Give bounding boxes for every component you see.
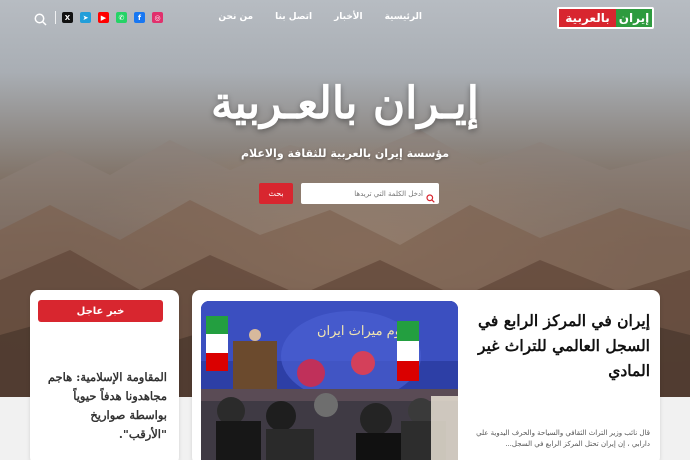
breaking-news-badge: خبر عاجل	[38, 300, 163, 322]
search-input[interactable]	[301, 183, 423, 204]
nav-contact[interactable]: اتصل بنا	[275, 12, 312, 22]
nav-about[interactable]: من نحن	[218, 12, 253, 22]
top-navigation: بالعربية إيران الرئيسية الأخبار اتصل بنا…	[0, 0, 690, 38]
featured-article-card[interactable]: يوم ميراث ايران إيران في المركز الرابع ف…	[192, 290, 660, 460]
youtube-icon[interactable]: ▶	[98, 12, 109, 23]
x-icon[interactable]: X	[62, 12, 73, 23]
search-field	[301, 183, 439, 204]
main-nav: الرئيسية الأخبار اتصل بنا من نحن	[218, 12, 422, 22]
divider	[55, 11, 56, 24]
instagram-icon[interactable]: ◎	[152, 12, 163, 23]
conference-photo: يوم ميراث ايران	[201, 301, 458, 460]
social-links: X ➤ ▶ ✆ f ◎	[62, 12, 163, 23]
breaking-news-text[interactable]: المقاومة الإسلامية: هاجم مجاهدونا هدفاً …	[42, 368, 167, 444]
featured-article-title[interactable]: إيران في المركز الرابع في السجل العالمي …	[470, 308, 650, 383]
logo-text-red: بالعربية	[559, 9, 616, 27]
site-logo[interactable]: بالعربية إيران	[557, 7, 654, 29]
logo-text-green: إيران	[616, 9, 652, 27]
featured-article-image[interactable]: يوم ميراث ايران	[201, 301, 458, 460]
search-icon	[426, 188, 435, 207]
hero-subtitle: مؤسسة إيران بالعربية للثقافة والاعلام	[240, 147, 450, 160]
hero-search: بحث	[259, 183, 439, 204]
nav-home[interactable]: الرئيسية	[385, 12, 422, 22]
breaking-news-card[interactable]: خبر عاجل المقاومة الإسلامية: هاجم مجاهدو…	[30, 290, 179, 460]
svg-text:يوم ميراث ايران: يوم ميراث ايران	[317, 324, 406, 339]
telegram-icon[interactable]: ➤	[80, 12, 91, 23]
whatsapp-icon[interactable]: ✆	[116, 12, 127, 23]
search-icon[interactable]	[34, 11, 47, 30]
search-button[interactable]: بحث	[259, 183, 293, 204]
facebook-icon[interactable]: f	[134, 12, 145, 23]
nav-news[interactable]: الأخبار	[334, 12, 363, 22]
featured-article-excerpt: قال نائب وزير التراث الثقافي والسياحة وا…	[476, 429, 650, 448]
hero-title: إيـران بالعـربية	[210, 78, 480, 129]
